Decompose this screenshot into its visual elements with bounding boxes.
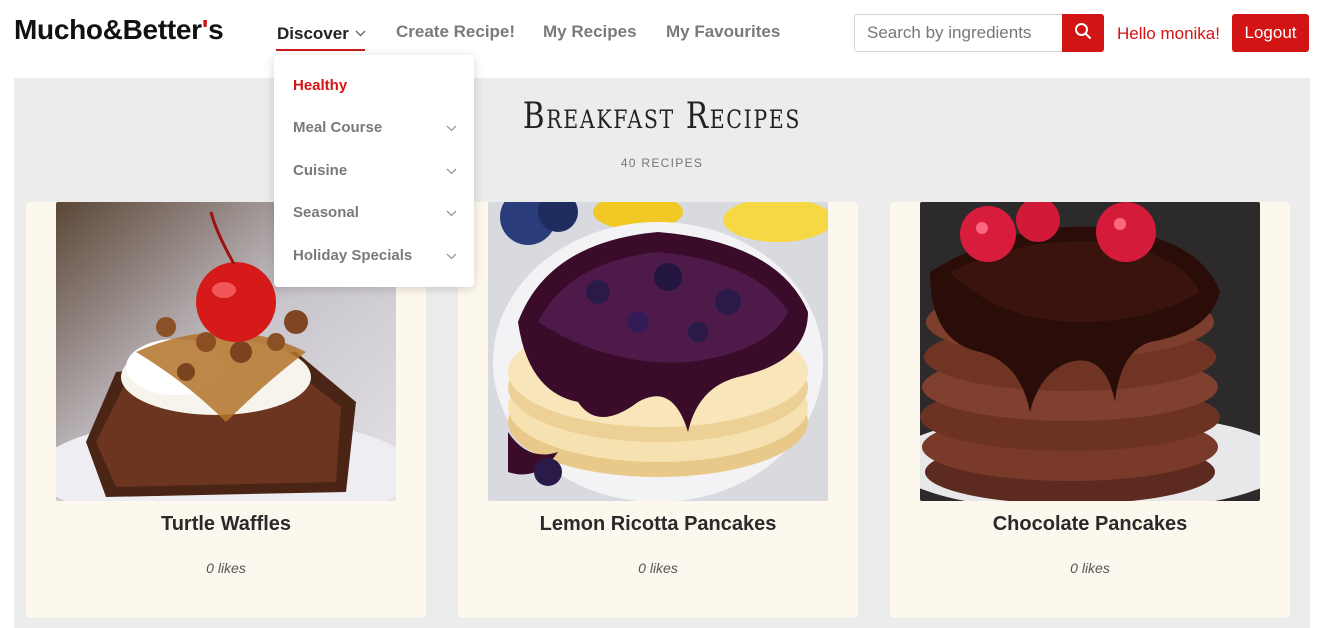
dropdown-item-label: Healthy — [293, 77, 348, 94]
search-field — [854, 14, 1063, 52]
dropdown-item-cuisine[interactable]: Cuisine — [293, 162, 457, 179]
dropdown-item-holiday-specials[interactable]: Holiday Specials — [293, 247, 457, 264]
nav-discover-label: Discover — [277, 24, 349, 43]
search-input[interactable] — [855, 15, 1063, 51]
logo-suffix: s — [208, 14, 224, 45]
chevron-down-icon — [446, 162, 457, 179]
dropdown-item-healthy[interactable]: Healthy — [293, 77, 457, 94]
chevron-down-icon — [446, 204, 457, 221]
recipe-title[interactable]: Turtle Waffles — [26, 513, 426, 536]
recipe-card[interactable]: Lemon Ricotta Pancakes 0 likes — [458, 202, 858, 618]
nav-active-underline — [276, 49, 365, 51]
recipe-likes: 0 likes — [638, 560, 678, 576]
site-header: Mucho&Better's Discover Create Recipe! M… — [0, 0, 1342, 70]
dropdown-item-label: Holiday Specials — [293, 247, 413, 264]
nav-my-favourites[interactable]: My Favourites — [666, 22, 780, 42]
recipe-image — [488, 202, 828, 501]
recipe-card[interactable]: Chocolate Pancakes 0 likes — [890, 202, 1290, 618]
recipe-image — [920, 202, 1260, 501]
chevron-down-icon — [355, 22, 366, 42]
dropdown-item-label: Meal Course — [293, 119, 383, 136]
search-icon — [1074, 22, 1092, 45]
discover-dropdown-menu: Healthy Meal Course Cuisine Seasonal Hol… — [274, 55, 474, 287]
dropdown-item-seasonal[interactable]: Seasonal — [293, 204, 457, 221]
dropdown-item-label: Cuisine — [293, 162, 348, 179]
logo-text: Mucho&Better — [14, 14, 202, 45]
recipe-title[interactable]: Lemon Ricotta Pancakes — [458, 513, 858, 536]
dropdown-item-meal-course[interactable]: Meal Course — [293, 119, 457, 136]
recipe-count: 40 RECIPES — [620, 156, 704, 170]
dropdown-item-label: Seasonal — [293, 204, 359, 221]
chevron-down-icon — [446, 119, 457, 136]
chevron-down-icon — [446, 247, 457, 264]
recipe-likes: 0 likes — [1070, 560, 1110, 576]
user-greeting: Hello monika! — [1117, 24, 1220, 43]
search-button[interactable] — [1062, 14, 1104, 52]
nav-create-recipe[interactable]: Create Recipe! — [396, 22, 515, 42]
site-logo[interactable]: Mucho&Better's — [14, 14, 224, 46]
nav-discover[interactable]: Discover — [276, 22, 366, 51]
recipe-likes: 0 likes — [206, 560, 246, 576]
main-content: Breakfast Recipes 40 RECIPES Turtle Waff… — [14, 78, 1310, 628]
recipe-title[interactable]: Chocolate Pancakes — [890, 513, 1290, 536]
logout-button[interactable]: Logout — [1232, 14, 1309, 52]
nav-my-recipes[interactable]: My Recipes — [543, 22, 637, 42]
